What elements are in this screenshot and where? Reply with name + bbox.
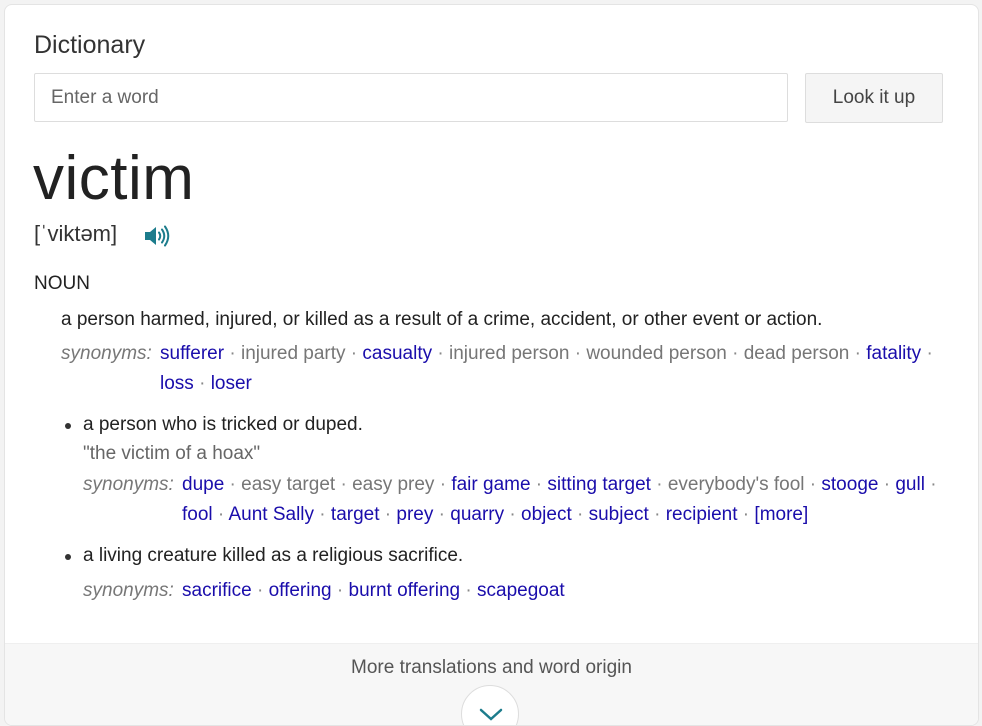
separator: · [193,373,211,394]
part-of-speech: NOUN [34,273,90,294]
separator: · [924,474,937,495]
word-search-input[interactable] [34,73,788,122]
synonyms-list-1-line-2: loss · loser [160,373,252,395]
synonym-injured-person: injured person [449,343,570,364]
separator: · [345,343,363,364]
chevron-down-icon [479,708,503,721]
synonym-easy-target: easy target [241,474,336,495]
dictionary-card: Dictionary Look it up victim [ˈviktəm] N… [4,4,979,726]
bullet-2 [65,423,71,429]
synonyms-label-2: synonyms: [83,474,174,495]
separator: · [921,343,933,364]
synonyms-list-3-line-1: sacrifice · offering · burnt offering · … [182,580,565,602]
separator: · [212,504,229,525]
separator: · [379,504,397,525]
synonym-quarry[interactable]: quarry [450,504,504,525]
separator: · [432,343,450,364]
separator: · [460,580,478,601]
separator: · [530,474,548,495]
synonym-object[interactable]: object [521,504,572,525]
separator: · [571,504,589,525]
separator: · [849,343,867,364]
separator: · [504,504,522,525]
definition-3: a living creature killed as a religious … [83,545,464,566]
synonym-loss[interactable]: loss [160,373,194,394]
synonym-subject[interactable]: subject [589,504,649,525]
separator: · [224,343,241,364]
separator: · [737,504,755,525]
synonyms-list-2-line-2: fool · Aunt Sally · target · prey · quar… [182,504,808,526]
separator: · [314,504,331,525]
speaker-icon[interactable] [143,224,171,248]
definition-2: a person who is tricked or duped. [83,414,363,435]
synonym-fool[interactable]: fool [182,504,213,525]
look-it-up-button[interactable]: Look it up [805,73,943,123]
separator: · [569,343,587,364]
separator: · [331,580,349,601]
synonym-aunt-sally[interactable]: Aunt Sally [228,504,314,525]
synonym-sufferer[interactable]: sufferer [160,343,224,364]
pronunciation: [ˈviktəm] [34,221,118,246]
synonym-gull[interactable]: gull [895,474,925,495]
synonym-recipient[interactable]: recipient [666,504,738,525]
synonym-burnt-offering[interactable]: burnt offering [349,580,461,601]
synonym-sitting-target[interactable]: sitting target [547,474,651,495]
separator: · [434,474,452,495]
synonym-casualty[interactable]: casualty [362,343,432,364]
separator: · [804,474,822,495]
synonym-dead-person: dead person [743,343,850,364]
synonym-everybody-s-fool: everybody's fool [667,474,805,495]
synonym-wounded-person: wounded person [586,343,727,364]
separator: · [650,474,668,495]
synonym-easy-prey: easy prey [352,474,435,495]
synonym-prey[interactable]: prey [396,504,433,525]
synonym-offering[interactable]: offering [269,580,332,601]
synonyms-label-1: synonyms: [61,343,152,364]
synonym-stooge[interactable]: stooge [821,474,878,495]
more-translations-link[interactable]: More translations and word origin [5,657,978,679]
synonym-injured-party: injured party [240,343,346,364]
card-title: Dictionary [34,31,146,59]
separator: · [335,474,353,495]
headword: victim [33,144,195,213]
synonym-scapegoat[interactable]: scapegoat [477,580,565,601]
synonym-sacrifice[interactable]: sacrifice [182,580,252,601]
separator: · [726,343,744,364]
separator: · [648,504,666,525]
synonym-dupe[interactable]: dupe [182,474,224,495]
synonym-loser[interactable]: loser [211,373,252,394]
synonyms-list-2-line-1: dupe · easy target · easy prey · fair ga… [182,474,937,496]
separator: · [878,474,896,495]
example-2: "the victim of a hoax" [83,443,261,464]
separator: · [433,504,451,525]
synonym-fatality[interactable]: fatality [866,343,921,364]
synonym-more[interactable]: [more] [754,504,808,525]
separator: · [224,474,242,495]
synonyms-label-3: synonyms: [83,580,174,601]
definition-1: a person harmed, injured, or killed as a… [61,309,823,330]
synonym-fair-game[interactable]: fair game [451,474,530,495]
separator: · [251,580,269,601]
bullet-3 [65,554,71,560]
synonyms-list-1-line-1: sufferer · injured party · casualty · in… [160,343,933,365]
synonym-target[interactable]: target [331,504,380,525]
